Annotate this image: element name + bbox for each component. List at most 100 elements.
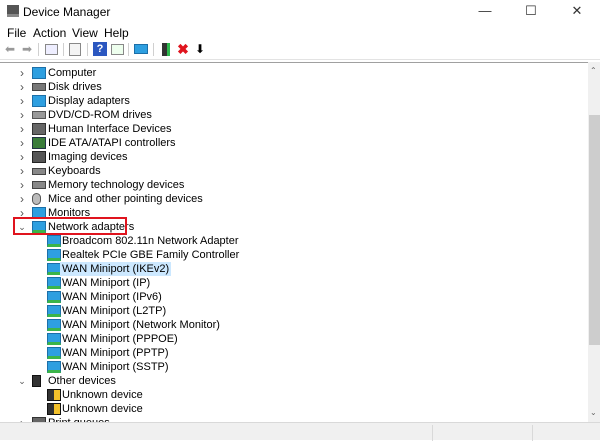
network-icon <box>47 249 61 261</box>
tree-item-label: WAN Miniport (IP) <box>62 277 151 289</box>
tree-item-label: Mice and other pointing devices <box>48 193 203 205</box>
tree-item-label: WAN Miniport (PPTP) <box>62 347 169 359</box>
scrollbar-thumb[interactable] <box>589 115 600 345</box>
collapse-arrow-icon[interactable]: ⌄ <box>17 374 27 388</box>
tree-category[interactable]: › Memory technology devices <box>0 178 588 192</box>
tree-device[interactable]: WAN Miniport (Network Monitor) <box>0 318 588 332</box>
tree-category[interactable]: › IDE ATA/ATAPI controllers <box>0 136 588 150</box>
tree-device[interactable]: WAN Miniport (PPTP) <box>0 346 588 360</box>
network-icon <box>47 333 61 345</box>
uninstall-icon[interactable]: ✖ <box>176 42 190 56</box>
action-pane-icon[interactable] <box>110 42 124 56</box>
tree-device[interactable]: Unknown device <box>0 388 588 402</box>
tree-device[interactable]: WAN Miniport (SSTP) <box>0 360 588 374</box>
tree-item-label: WAN Miniport (PPPOE) <box>62 333 178 345</box>
network-icon <box>47 263 61 275</box>
device-manager-icon <box>7 5 19 17</box>
expand-arrow-icon[interactable]: › <box>17 164 27 178</box>
network-icon <box>47 277 61 289</box>
network-icon <box>47 305 61 317</box>
tree-item-label: Unknown device <box>62 389 143 401</box>
disable-icon[interactable]: ⬇ <box>193 42 207 56</box>
tree-device[interactable]: Realtek PCIe GBE Family Controller <box>0 248 588 262</box>
tree-category[interactable]: › Display adapters <box>0 94 588 108</box>
tree-item-label: WAN Miniport (IKEv2) <box>60 262 172 276</box>
camera-icon <box>32 151 46 163</box>
expand-arrow-icon[interactable]: › <box>17 122 27 136</box>
mouse-icon <box>32 193 41 205</box>
tree-device[interactable]: Broadcom 802.11n Network Adapter <box>0 234 588 248</box>
tree-item-label: Human Interface Devices <box>48 123 172 135</box>
tree-item-label: Keyboards <box>48 165 101 177</box>
tree-category[interactable]: › Imaging devices <box>0 150 588 164</box>
expand-arrow-icon[interactable]: › <box>17 192 27 206</box>
tree-category[interactable]: › Human Interface Devices <box>0 122 588 136</box>
update-driver-icon[interactable] <box>159 42 173 56</box>
expand-arrow-icon[interactable]: › <box>17 66 27 80</box>
status-divider <box>432 425 433 441</box>
tree-item-label: Other devices <box>48 375 116 387</box>
tree-item-label: Unknown device <box>62 403 143 415</box>
computer-icon <box>32 67 46 79</box>
warning-icon <box>47 403 61 415</box>
tree-device[interactable]: WAN Miniport (IP) <box>0 276 588 290</box>
tree-device[interactable]: Unknown device <box>0 402 588 416</box>
properties-icon[interactable] <box>68 42 82 56</box>
tree-category[interactable]: › Disk drives <box>0 80 588 94</box>
tree-category[interactable]: › Keyboards <box>0 164 588 178</box>
toolbar-separator <box>128 43 129 56</box>
back-icon[interactable]: ⬅ <box>3 42 17 56</box>
forward-icon[interactable]: ➡ <box>20 42 34 56</box>
annotation-highlight-box <box>13 217 127 235</box>
memory-icon <box>32 181 46 189</box>
network-icon <box>47 235 61 247</box>
expand-arrow-icon[interactable]: › <box>17 80 27 94</box>
toolbar-separator <box>38 43 39 56</box>
tree-category[interactable]: › DVD/CD-ROM drives <box>0 108 588 122</box>
status-bar <box>0 422 600 441</box>
expand-arrow-icon[interactable]: › <box>17 108 27 122</box>
tree-item-label: Imaging devices <box>48 151 128 163</box>
status-divider <box>532 425 533 441</box>
warning-icon <box>47 389 61 401</box>
tree-device[interactable]: WAN Miniport (L2TP) <box>0 304 588 318</box>
hid-icon <box>32 123 46 135</box>
scroll-down-icon[interactable]: ⌄ <box>590 408 597 417</box>
expand-arrow-icon[interactable]: › <box>17 178 27 192</box>
menu-view[interactable]: View <box>72 26 98 40</box>
tree-item-label: Memory technology devices <box>48 179 185 191</box>
tree-category[interactable]: › Computer <box>0 66 588 80</box>
title-bar: Device Manager — ☐ ✕ <box>0 0 600 24</box>
close-button[interactable]: ✕ <box>554 0 600 24</box>
tree-category[interactable]: ⌄ Other devices <box>0 374 588 388</box>
menu-file[interactable]: File <box>7 26 26 40</box>
maximize-button[interactable]: ☐ <box>508 0 554 24</box>
menu-bar: File Action View Help <box>0 24 600 41</box>
tree-item-label: Computer <box>48 67 97 79</box>
help-icon[interactable]: ? <box>93 42 107 56</box>
dvd-icon <box>32 111 46 119</box>
network-icon <box>47 291 61 303</box>
show-hide-console-tree-icon[interactable] <box>44 42 58 56</box>
tree-device[interactable]: WAN Miniport (IPv6) <box>0 290 588 304</box>
device-tree: › Computer › Disk drives › Display adapters › D… <box>0 62 588 422</box>
expand-arrow-icon[interactable]: › <box>17 94 27 108</box>
keyboard-icon <box>32 168 46 175</box>
tree-device[interactable]: WAN Miniport (PPPOE) <box>0 332 588 346</box>
vertical-scrollbar[interactable]: ⌃ ⌄ <box>588 62 600 422</box>
expand-arrow-icon[interactable]: › <box>17 136 27 150</box>
window-title: Device Manager <box>23 5 111 19</box>
network-icon <box>47 347 61 359</box>
network-icon <box>47 361 61 373</box>
menu-help[interactable]: Help <box>104 26 129 40</box>
toolbar-separator <box>87 43 88 56</box>
scan-hardware-icon[interactable] <box>134 42 148 56</box>
expand-arrow-icon[interactable]: › <box>17 150 27 164</box>
monitor-icon <box>32 95 46 107</box>
menu-action[interactable]: Action <box>33 26 66 40</box>
scroll-up-icon[interactable]: ⌃ <box>590 66 597 75</box>
minimize-button[interactable]: — <box>462 0 508 24</box>
tree-device[interactable]: WAN Miniport (IKEv2) <box>0 262 588 276</box>
tree-category[interactable]: › Mice and other pointing devices <box>0 192 588 206</box>
tree-item-label: Disk drives <box>48 81 102 93</box>
